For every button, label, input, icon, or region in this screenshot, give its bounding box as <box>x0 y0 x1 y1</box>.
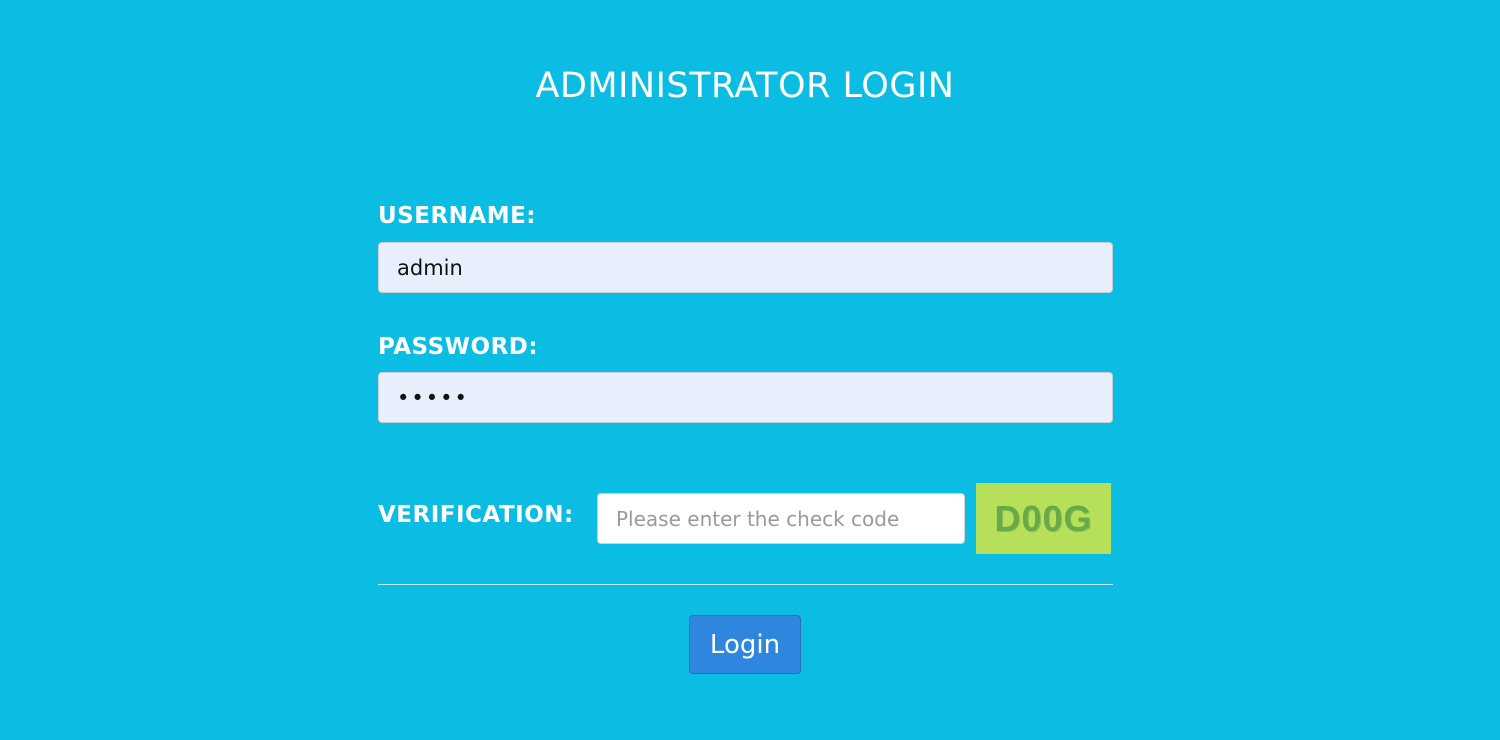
username-label: USERNAME: <box>378 203 537 229</box>
verification-label: VERIFICATION: <box>378 502 574 528</box>
page-title: ADMINISTRATOR LOGIN <box>535 66 955 106</box>
password-field[interactable] <box>378 372 1113 423</box>
verification-code-input[interactable] <box>597 493 965 544</box>
captcha-text: D00G <box>994 497 1093 539</box>
password-label: PASSWORD: <box>378 334 539 360</box>
form-divider <box>378 584 1113 585</box>
username-field[interactable] <box>378 242 1113 293</box>
login-button[interactable]: Login <box>689 615 801 674</box>
login-page: ADMINISTRATOR LOGIN USERNAME: PASSWORD: … <box>0 0 1500 740</box>
captcha-image[interactable]: D00G <box>976 483 1111 554</box>
